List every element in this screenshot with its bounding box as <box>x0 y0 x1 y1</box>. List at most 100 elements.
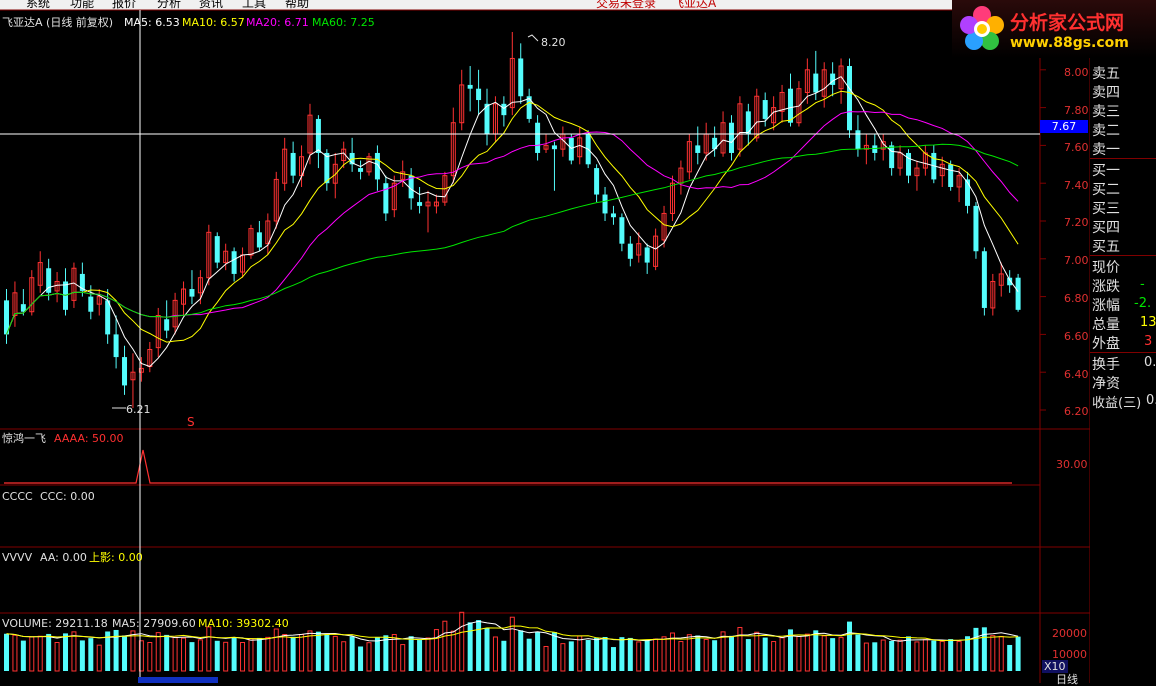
volume-bar <box>653 638 659 672</box>
volume-bar <box>307 630 313 672</box>
volume-bar <box>366 642 372 672</box>
volume-bar <box>551 632 557 671</box>
candle-body <box>906 152 912 176</box>
high-marker-arrow <box>527 34 539 42</box>
volume-bar <box>315 631 321 671</box>
volume-bar <box>265 636 271 672</box>
volume-bar <box>973 627 979 671</box>
volume-bar <box>813 630 819 671</box>
candlestick-series <box>4 32 1021 409</box>
volume-bar <box>408 636 414 671</box>
volume-bar <box>636 641 642 672</box>
volume-bar <box>939 640 945 672</box>
volume-bar <box>872 642 878 671</box>
price-tick-label: 6.40 <box>1064 368 1089 381</box>
candle-body <box>1015 277 1021 310</box>
candle-body <box>762 100 768 119</box>
field-turnover: 换手 <box>1092 357 1120 373</box>
candle-body <box>315 118 321 153</box>
volume-bar <box>223 641 229 672</box>
volume-bar <box>29 636 35 672</box>
volume-bar <box>796 635 802 672</box>
logo-url: www.88gs.com <box>1010 35 1129 51</box>
indicator2-name: CCCC <box>2 490 33 503</box>
candle-body <box>214 236 220 263</box>
volume-bar <box>922 639 928 672</box>
volume-bar <box>374 637 380 671</box>
volume-bar <box>965 636 971 671</box>
candle-body <box>1007 277 1013 286</box>
sell-level-4: 卖四 <box>1092 85 1120 101</box>
volume-bar <box>20 640 26 671</box>
volume-bar <box>754 631 760 672</box>
candle-body <box>88 296 94 312</box>
field-change-pct: 涨幅 <box>1092 298 1120 314</box>
volume-bar <box>147 642 153 672</box>
candle-body <box>105 300 111 335</box>
price-tick-label: 7.00 <box>1064 254 1089 267</box>
volume-bar <box>63 633 69 671</box>
ma60-line <box>6 143 1019 335</box>
indicator1-name: 惊鸿一飞 <box>2 432 46 445</box>
volume-bar <box>1015 636 1021 671</box>
period-tab-daily[interactable]: 日线 <box>1056 673 1078 686</box>
volume-bar <box>476 620 482 671</box>
volume-bar <box>450 630 456 672</box>
indicator3-shadow-value: 上影: 0.00 <box>89 551 143 564</box>
volume-bar <box>526 638 532 671</box>
volume-bar <box>821 635 827 672</box>
ma5-legend: MA5: 6.53 <box>124 16 180 29</box>
volume-bar <box>400 644 406 672</box>
indicator1-axis-label: 30.00 <box>1056 458 1088 471</box>
low-price-label: 6.21 <box>126 403 151 416</box>
volume-bar <box>256 637 262 671</box>
volume-bar <box>695 635 701 671</box>
candle-body <box>358 168 364 172</box>
volume-bar <box>433 629 439 672</box>
volume-bar <box>46 633 52 671</box>
volume-bar <box>442 620 448 672</box>
volume-bar <box>847 621 852 671</box>
volume-bar <box>906 636 912 671</box>
volume-bar <box>425 637 431 672</box>
volume-bar <box>1007 644 1013 671</box>
volume-bar <box>560 643 566 672</box>
volume-bar <box>543 645 549 672</box>
sell-level-2: 卖二 <box>1092 123 1120 139</box>
volume-bar <box>130 630 136 672</box>
ma10-line <box>6 90 1019 343</box>
volume-bar <box>231 636 237 671</box>
volume-bar <box>88 638 94 671</box>
buy-level-5: 买五 <box>1092 239 1120 255</box>
kline-chart-area[interactable] <box>0 0 1090 683</box>
candle-body <box>535 122 541 153</box>
volume-bar <box>358 646 364 671</box>
crosshair-price-value: 7.67 <box>1040 120 1088 133</box>
candle-body <box>518 58 524 97</box>
volume-bar <box>712 640 718 671</box>
volume-bar <box>863 642 869 672</box>
volume-bar <box>737 626 743 672</box>
volume-bar <box>492 636 498 672</box>
candle-body <box>619 217 625 244</box>
field-earnings-value: 0. <box>1146 393 1156 408</box>
candle-body <box>113 334 119 358</box>
volume-bar <box>678 641 684 672</box>
candle-body <box>189 289 195 297</box>
buy-level-4: 买四 <box>1092 220 1120 236</box>
price-tick-label: 7.80 <box>1064 104 1089 117</box>
candle-body <box>787 88 793 123</box>
volume-bar <box>282 634 288 672</box>
field-net-assets: 净资 <box>1092 376 1120 392</box>
main-chart-title: 飞亚达A (日线 前复权) <box>2 16 114 29</box>
field-total-volume: 总量 <box>1092 317 1120 333</box>
price-tick-label: 6.60 <box>1064 330 1089 343</box>
sell-level-1: 卖一 <box>1092 142 1120 158</box>
volume-bar <box>728 635 734 671</box>
volume-bar <box>240 642 246 672</box>
volume-bar <box>804 633 810 672</box>
volume-bar <box>990 635 996 672</box>
candle-body <box>948 164 954 187</box>
volume-bar <box>956 641 962 672</box>
sell-level-3: 卖三 <box>1092 104 1120 120</box>
